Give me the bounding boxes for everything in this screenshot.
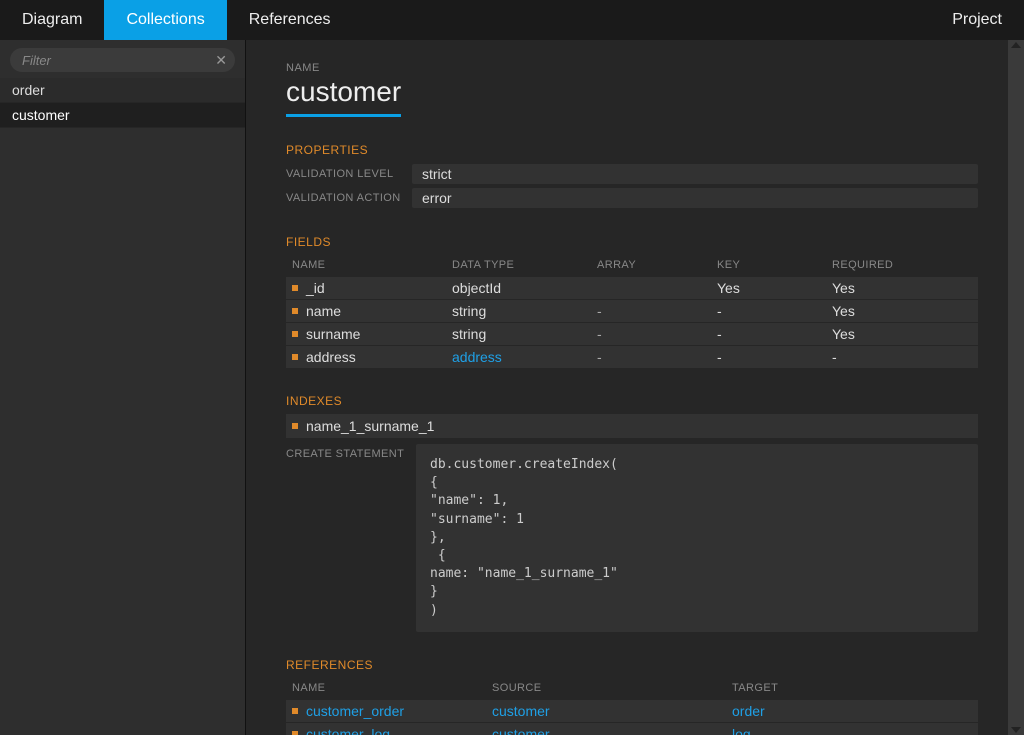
field-row[interactable]: addressaddress--- bbox=[286, 346, 978, 368]
index-row[interactable]: name_1_surname_1 bbox=[286, 414, 978, 438]
tab-references[interactable]: References bbox=[227, 0, 353, 40]
bullet-icon bbox=[292, 423, 298, 429]
section-references: REFERENCES bbox=[286, 658, 978, 672]
top-tabbar: Diagram Collections References Project bbox=[0, 0, 1024, 40]
create-statement-label: CREATE STATEMENT bbox=[286, 444, 416, 632]
fields-col-datatype: DATA TYPE bbox=[452, 259, 597, 271]
reference-name[interactable]: customer_order bbox=[306, 703, 404, 719]
field-datatype[interactable]: address bbox=[452, 349, 597, 365]
field-key: Yes bbox=[717, 280, 832, 296]
properties-list: VALIDATION LEVELstrictVALIDATION ACTIONe… bbox=[286, 163, 978, 209]
filter-input[interactable] bbox=[22, 53, 207, 68]
reference-name[interactable]: customer_log bbox=[306, 726, 390, 735]
field-key: - bbox=[717, 303, 832, 319]
field-required: Yes bbox=[832, 303, 978, 319]
field-name: name bbox=[306, 303, 341, 319]
field-key: - bbox=[717, 326, 832, 342]
index-name: name_1_surname_1 bbox=[306, 418, 434, 434]
sidebar-list: ordercustomer bbox=[0, 78, 245, 128]
section-indexes: INDEXES bbox=[286, 394, 978, 408]
field-row[interactable]: surnamestring--Yes bbox=[286, 323, 978, 345]
refs-col-source: SOURCE bbox=[492, 682, 732, 694]
bullet-icon bbox=[292, 731, 298, 735]
reference-row[interactable]: customer_order customerorder bbox=[286, 700, 978, 722]
fields-col-name: NAME bbox=[292, 259, 452, 271]
fields-col-key: KEY bbox=[717, 259, 832, 271]
field-datatype: objectId bbox=[452, 280, 597, 296]
detail-panel: NAME customer PROPERTIES VALIDATION LEVE… bbox=[246, 40, 1008, 735]
bullet-icon bbox=[292, 308, 298, 314]
clear-icon[interactable]: ✕ bbox=[215, 53, 227, 67]
field-required: Yes bbox=[832, 280, 978, 296]
property-row: VALIDATION LEVELstrict bbox=[286, 163, 978, 185]
section-fields: FIELDS bbox=[286, 235, 978, 249]
filter-field[interactable]: ✕ bbox=[10, 48, 235, 72]
collection-title: customer bbox=[286, 76, 401, 117]
field-name: _id bbox=[306, 280, 325, 296]
scrollbar[interactable] bbox=[1008, 40, 1024, 735]
property-value: error bbox=[412, 188, 978, 208]
tabbar-spacer bbox=[353, 0, 931, 40]
reference-row[interactable]: customer_log customerlog bbox=[286, 723, 978, 735]
refs-col-name: NAME bbox=[292, 682, 492, 694]
sidebar-item[interactable]: order bbox=[0, 78, 245, 103]
reference-source[interactable]: customer bbox=[492, 726, 732, 735]
bullet-icon bbox=[292, 285, 298, 291]
section-properties: PROPERTIES bbox=[286, 143, 978, 157]
name-heading: NAME bbox=[286, 62, 978, 74]
scroll-up-icon[interactable] bbox=[1011, 42, 1021, 48]
field-datatype: string bbox=[452, 326, 597, 342]
field-required: - bbox=[832, 349, 978, 365]
property-label: VALIDATION ACTION bbox=[286, 192, 412, 204]
field-required: Yes bbox=[832, 326, 978, 342]
sidebar-item[interactable]: customer bbox=[0, 103, 245, 128]
scroll-down-icon[interactable] bbox=[1011, 727, 1021, 733]
field-name: surname bbox=[306, 326, 360, 342]
create-statement-code: db.customer.createIndex( { "name": 1, "s… bbox=[416, 444, 978, 632]
property-row: VALIDATION ACTIONerror bbox=[286, 187, 978, 209]
bullet-icon bbox=[292, 708, 298, 714]
reference-target[interactable]: order bbox=[732, 703, 978, 719]
fields-col-required: REQUIRED bbox=[832, 259, 978, 271]
tab-collections[interactable]: Collections bbox=[104, 0, 226, 40]
refs-col-target: TARGET bbox=[732, 682, 978, 694]
field-row[interactable]: _id objectId YesYes bbox=[286, 277, 978, 299]
field-array: - bbox=[597, 303, 717, 319]
field-key: - bbox=[717, 349, 832, 365]
field-row[interactable]: namestring--Yes bbox=[286, 300, 978, 322]
sidebar: ✕ ordercustomer bbox=[0, 40, 246, 735]
tab-project[interactable]: Project bbox=[930, 0, 1024, 40]
bullet-icon bbox=[292, 331, 298, 337]
tab-diagram[interactable]: Diagram bbox=[0, 0, 104, 40]
references-table: NAME SOURCE TARGET customer_ordercustome… bbox=[286, 678, 978, 735]
fields-col-array: ARRAY bbox=[597, 259, 717, 271]
field-array: - bbox=[597, 326, 717, 342]
fields-table: NAME DATA TYPE ARRAY KEY REQUIRED _id obj… bbox=[286, 255, 978, 368]
field-array: - bbox=[597, 349, 717, 365]
reference-target[interactable]: log bbox=[732, 726, 978, 735]
reference-source[interactable]: customer bbox=[492, 703, 732, 719]
bullet-icon bbox=[292, 354, 298, 360]
property-value: strict bbox=[412, 164, 978, 184]
field-datatype: string bbox=[452, 303, 597, 319]
property-label: VALIDATION LEVEL bbox=[286, 168, 412, 180]
field-name: address bbox=[306, 349, 356, 365]
